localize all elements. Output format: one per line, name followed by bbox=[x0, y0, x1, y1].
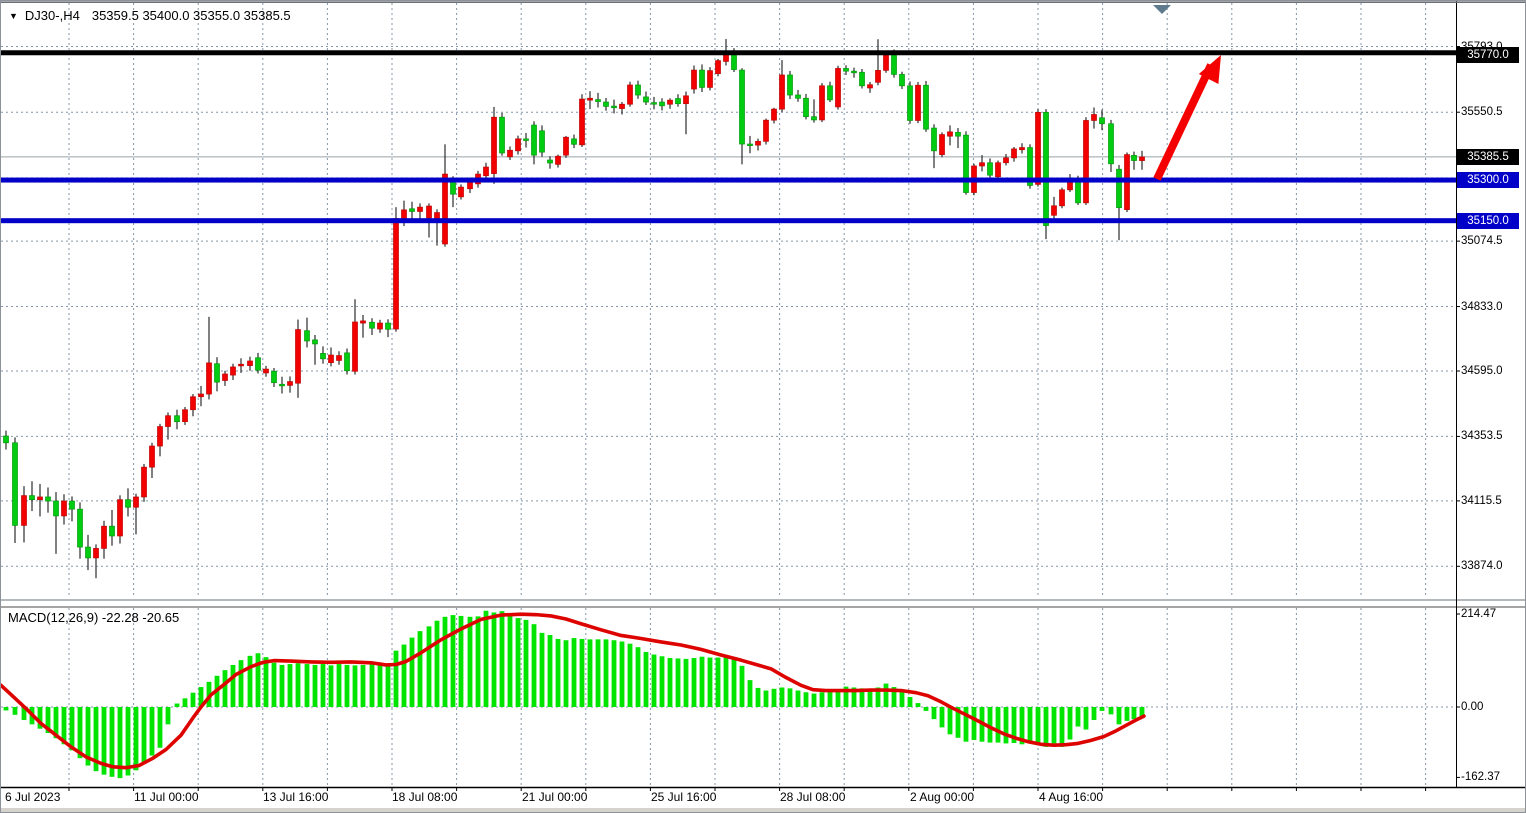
time-axis-label: 11 Jul 00:00 bbox=[134, 790, 199, 804]
time-axis-label: 4 Aug 16:00 bbox=[1039, 790, 1103, 804]
price-axis-tick-label: 34833.0 bbox=[1461, 301, 1503, 313]
macd-axis-tick-label: 214.47 bbox=[1461, 608, 1496, 620]
price-axis-tick-label: 33874.0 bbox=[1461, 560, 1503, 572]
time-axis-label: 18 Jul 08:00 bbox=[392, 790, 457, 804]
price-level-badge: 35300.0 bbox=[1457, 172, 1519, 188]
ohlc-quote-label: 35359.5 35400.0 35355.0 35385.5 bbox=[92, 8, 291, 23]
time-axis-label: 28 Jul 08:00 bbox=[780, 790, 845, 804]
time-axis-label: 13 Jul 16:00 bbox=[263, 790, 328, 804]
price-chart-plot-area[interactable] bbox=[1, 3, 1456, 598]
symbol-timeframe-label: DJ30-,H4 bbox=[25, 8, 80, 23]
trading-chart-window: ▼ DJ30-,H4 35359.5 35400.0 35355.0 35385.5… bbox=[0, 0, 1526, 813]
price-axis-tick-label: 35550.5 bbox=[1461, 106, 1503, 118]
time-axis-label: 21 Jul 00:00 bbox=[522, 790, 587, 804]
macd-indicator-label: MACD(12,26,9) -22.28 -20.65 bbox=[8, 610, 179, 625]
price-scale[interactable] bbox=[1456, 1, 1526, 787]
price-axis-tick-label: 35074.5 bbox=[1461, 235, 1503, 247]
chart-title: ▼ DJ30-,H4 35359.5 35400.0 35355.0 35385.5 bbox=[9, 8, 291, 23]
price-axis-tick-label: 34595.0 bbox=[1461, 365, 1503, 377]
price-level-badge: 35150.0 bbox=[1457, 213, 1519, 229]
price-axis-tick-label: 34353.5 bbox=[1461, 430, 1503, 442]
macd-axis-tick-label: -162.37 bbox=[1461, 771, 1500, 783]
price-level-badge: 35770.0 bbox=[1457, 47, 1519, 63]
symbol-dropdown-icon[interactable]: ▼ bbox=[9, 11, 18, 21]
macd-axis-tick-label: 0.00 bbox=[1461, 701, 1483, 713]
time-scale[interactable] bbox=[1, 787, 1456, 809]
price-axis-tick-label: 34115.5 bbox=[1461, 495, 1502, 507]
time-axis-label: 2 Aug 00:00 bbox=[910, 790, 974, 804]
time-axis-label: 25 Jul 16:00 bbox=[651, 790, 716, 804]
macd-indicator-plot-area[interactable] bbox=[1, 608, 1456, 787]
panel-resize-handle[interactable] bbox=[1, 598, 1456, 608]
time-axis-label: 6 Jul 2023 bbox=[5, 790, 60, 804]
price-level-badge: 35385.5 bbox=[1457, 149, 1519, 165]
